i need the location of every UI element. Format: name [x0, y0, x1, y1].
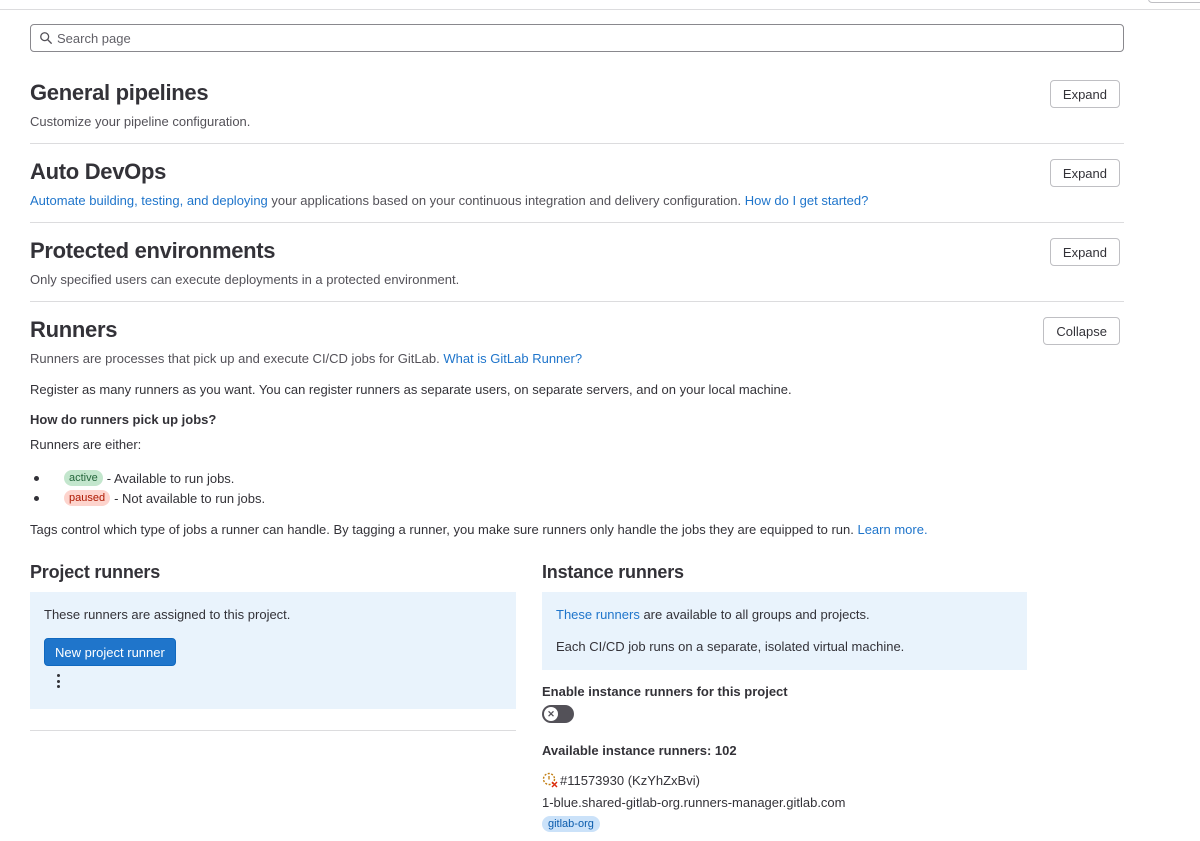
section-protected-environments: Protected environments Only specified us… — [30, 238, 1124, 302]
search-box[interactable] — [30, 24, 1124, 52]
section-runners: Runners Runners are processes that pick … — [30, 317, 1124, 366]
section-description: Runners are processes that pick up and e… — [30, 351, 1124, 366]
status-description: - Not available to run jobs. — [114, 490, 266, 506]
runner-status-list: active - Available to run jobs. paused - N… — [33, 468, 266, 508]
toggle-off-icon: ✕ — [544, 707, 558, 721]
project-runners-panel: These runners are assigned to this proje… — [30, 592, 516, 709]
runner-item: #11573930 (KzYhZxBvi) — [542, 772, 700, 788]
register-text: Register as many runners as you want. Yo… — [30, 382, 792, 397]
expand-button[interactable]: Expand — [1049, 159, 1120, 187]
list-item: paused - Not available to run jobs. — [33, 488, 266, 508]
instance-info-text: are available to all groups and projects… — [639, 607, 870, 622]
runner-host: 1-blue.shared-gitlab-org.runners-manager… — [542, 795, 846, 810]
runner-id[interactable]: #11573930 (KzYhZxBvi) — [560, 773, 700, 788]
runner-tag: gitlab-org — [542, 816, 600, 832]
description-text: your applications based on your continuo… — [267, 193, 745, 208]
available-runners-count: Available instance runners: 102 — [542, 743, 737, 758]
section-description: Only specified users can execute deploym… — [30, 272, 460, 287]
section-title[interactable]: General pipelines — [30, 80, 1124, 106]
enable-instance-runners-label: Enable instance runners for this project — [542, 684, 788, 699]
instance-runners-info-2: Each CI/CD job runs on a separate, isola… — [556, 639, 905, 654]
new-project-runner-button[interactable]: New project runner — [44, 638, 176, 666]
search-icon — [40, 32, 52, 44]
divider — [30, 143, 1124, 144]
tags-description: Tags control which type of jobs a runner… — [30, 522, 858, 537]
get-started-link[interactable]: How do I get started? — [745, 193, 869, 208]
section-title[interactable]: Runners — [30, 317, 1124, 343]
section-auto-devops: Auto DevOps Automate building, testing, … — [30, 159, 1124, 223]
instance-runners-panel: These runners are available to all group… — [542, 592, 1027, 670]
section-description: Customize your pipeline configuration. — [30, 114, 251, 129]
how-runners-heading: How do runners pick up jobs? — [30, 412, 217, 427]
divider — [30, 222, 1124, 223]
status-description: - Available to run jobs. — [106, 470, 235, 486]
more-actions-icon[interactable] — [52, 672, 64, 690]
divider — [30, 730, 516, 731]
top-corner-control[interactable] — [1148, 0, 1200, 3]
search-input[interactable] — [57, 30, 1123, 46]
section-title[interactable]: Auto DevOps — [30, 159, 1124, 185]
project-runners-info: These runners are assigned to this proje… — [44, 607, 291, 622]
divider — [30, 301, 1124, 302]
auto-devops-link[interactable]: Automate building, testing, and deployin… — [30, 193, 268, 208]
project-runners-title: Project runners — [30, 562, 161, 582]
collapse-button[interactable]: Collapse — [1043, 317, 1120, 345]
what-is-runner-link[interactable]: What is GitLab Runner? — [443, 351, 582, 366]
description-text: Runners are processes that pick up and e… — [30, 351, 444, 366]
tags-text: Tags control which type of jobs a runner… — [30, 522, 928, 537]
section-title[interactable]: Protected environments — [30, 238, 1124, 264]
list-item: active - Available to run jobs. — [33, 468, 265, 488]
instance-runners-title: Instance runners — [542, 562, 684, 582]
instance-runners-info: These runners are available to all group… — [556, 607, 870, 622]
runners-either-text: Runners are either: — [30, 437, 142, 452]
learn-more-link[interactable]: Learn more. — [857, 522, 927, 537]
status-badge-paused: paused — [64, 490, 111, 506]
expand-button[interactable]: Expand — [1049, 238, 1120, 266]
section-general-pipelines: General pipelines Customize your pipelin… — [30, 80, 1124, 144]
section-description: Automate building, testing, and deployin… — [30, 193, 1124, 208]
top-divider — [0, 9, 1200, 10]
enable-instance-runners-toggle[interactable]: ✕ — [542, 705, 574, 723]
runner-offline-icon — [542, 772, 558, 788]
expand-button[interactable]: Expand — [1049, 80, 1120, 108]
status-badge-active: active — [64, 470, 103, 486]
these-runners-link[interactable]: These runners — [556, 607, 640, 622]
